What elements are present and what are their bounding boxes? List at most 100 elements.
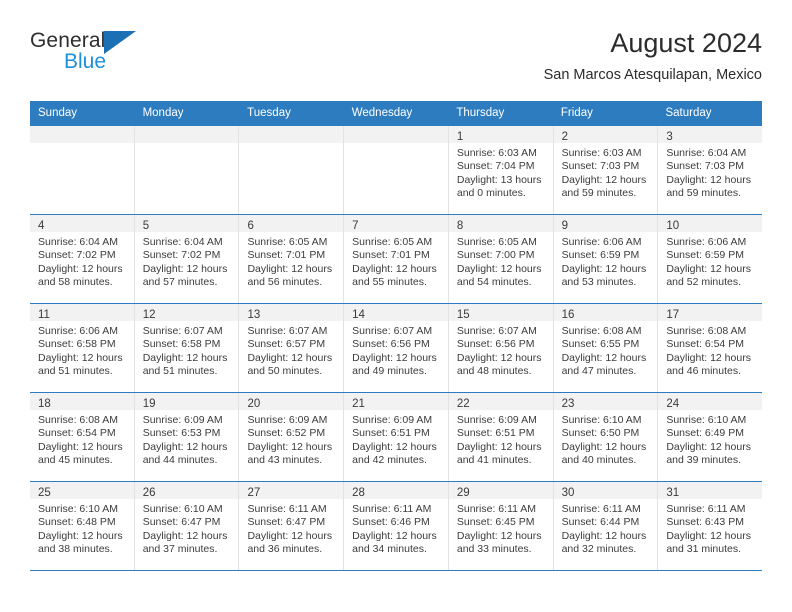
- calendar-day-cell[interactable]: 1 Sunrise: 6:03 AM Sunset: 7:04 PM Daylight…: [448, 126, 554, 215]
- calendar-day-cell[interactable]: 24 Sunrise: 6:10 AM Sunset: 6:49 PM Dayligh…: [658, 393, 763, 482]
- sunset-text: Sunset: 7:02 PM: [142, 249, 221, 262]
- calendar-day-cell[interactable]: 16 Sunrise: 6:08 AM Sunset: 6:55 PM Dayligh…: [553, 304, 659, 393]
- day-number-bar: 2: [553, 126, 658, 144]
- calendar-day-cell[interactable]: 11 Sunrise: 6:06 AM Sunset: 6:58 PM Dayligh…: [30, 304, 135, 393]
- sunrise-text: Sunrise: 6:11 AM: [456, 503, 537, 516]
- calendar-day-cell[interactable]: 28 Sunrise: 6:11 AM Sunset: 6:46 PM Dayligh…: [344, 482, 449, 571]
- day-number-bar: 17: [658, 304, 763, 322]
- day-details: Sunrise: 6:11 AM Sunset: 6:43 PM Daylight:…: [658, 499, 762, 563]
- calendar-day-cell[interactable]: 25 Sunrise: 6:10 AM Sunset: 6:48 PM Dayligh…: [30, 482, 135, 571]
- day-details: Sunrise: 6:07 AM Sunset: 6:56 PM Daylight:…: [344, 321, 448, 385]
- calendar-day-cell[interactable]: 4 Sunrise: 6:04 AM Sunset: 7:02 PM Daylight…: [30, 215, 135, 304]
- daylight-text-line2: and 59 minutes.: [561, 187, 637, 200]
- day-details: Sunrise: 6:03 AM Sunset: 7:03 PM Daylight:…: [554, 143, 658, 207]
- daylight-text-line2: and 37 minutes.: [142, 543, 218, 556]
- day-number-bar: 29: [448, 482, 553, 500]
- daylight-text-line1: Daylight: 12 hours: [456, 529, 542, 542]
- day-number: 13: [247, 309, 261, 322]
- calendar-day-cell[interactable]: 30 Sunrise: 6:11 AM Sunset: 6:44 PM Dayligh…: [553, 482, 659, 571]
- daylight-text-line1: Daylight: 12 hours: [38, 351, 123, 364]
- day-number: 17: [666, 309, 680, 322]
- day-number: 19: [142, 398, 156, 411]
- day-number-bar: 28: [344, 482, 448, 500]
- calendar-day-cell[interactable]: 27 Sunrise: 6:11 AM Sunset: 6:47 PM Dayligh…: [239, 482, 345, 571]
- daylight-text-line2: and 50 minutes.: [247, 365, 323, 378]
- daylight-text-line1: Daylight: 12 hours: [352, 262, 437, 275]
- day-number-bar: 13: [239, 304, 344, 322]
- daylight-text-line1: Daylight: 12 hours: [142, 440, 228, 453]
- brand-logo[interactable]: General Blue: [30, 26, 220, 72]
- daylight-text-line1: Daylight: 12 hours: [38, 262, 123, 275]
- sunset-text: Sunset: 6:49 PM: [666, 427, 744, 440]
- calendar-day-cell[interactable]: 10 Sunrise: 6:06 AM Sunset: 6:59 PM Dayligh…: [658, 215, 763, 304]
- daylight-text-line2: and 40 minutes.: [561, 454, 637, 467]
- day-number: 9: [561, 220, 568, 233]
- sunrise-text: Sunrise: 6:10 AM: [561, 414, 642, 427]
- calendar-day-cell[interactable]: 17 Sunrise: 6:08 AM Sunset: 6:54 PM Dayligh…: [658, 304, 763, 393]
- calendar-day-cell[interactable]: 23 Sunrise: 6:10 AM Sunset: 6:50 PM Dayligh…: [553, 393, 659, 482]
- daylight-text-line1: Daylight: 12 hours: [561, 173, 647, 186]
- daylight-text-line1: Daylight: 12 hours: [561, 529, 647, 542]
- calendar-day-cell[interactable]: 14 Sunrise: 6:07 AM Sunset: 6:56 PM Dayligh…: [344, 304, 449, 393]
- calendar-day-cell[interactable]: 29 Sunrise: 6:11 AM Sunset: 6:45 PM Dayligh…: [448, 482, 554, 571]
- calendar-day-cell[interactable]: 20 Sunrise: 6:09 AM Sunset: 6:52 PM Dayligh…: [239, 393, 345, 482]
- day-details: Sunrise: 6:08 AM Sunset: 6:54 PM Daylight:…: [658, 321, 762, 385]
- calendar-day-cell[interactable]: 18 Sunrise: 6:08 AM Sunset: 6:54 PM Dayligh…: [30, 393, 135, 482]
- sunrise-text: Sunrise: 6:09 AM: [142, 414, 223, 427]
- day-number-bar: 1: [448, 126, 553, 144]
- day-details: Sunrise: 6:11 AM Sunset: 6:47 PM Daylight:…: [239, 499, 343, 563]
- daylight-text-line2: and 53 minutes.: [561, 276, 637, 289]
- sunrise-text: Sunrise: 6:08 AM: [561, 325, 642, 338]
- calendar-day-cell[interactable]: 21 Sunrise: 6:09 AM Sunset: 6:51 PM Dayligh…: [344, 393, 449, 482]
- calendar-day-cell[interactable]: 13 Sunrise: 6:07 AM Sunset: 6:57 PM Dayligh…: [239, 304, 345, 393]
- sunrise-text: Sunrise: 6:07 AM: [456, 325, 537, 338]
- day-details: Sunrise: 6:07 AM Sunset: 6:58 PM Daylight:…: [135, 321, 239, 385]
- day-number-bar: 10: [658, 215, 763, 233]
- weekday-header-wednesday: Wednesday: [351, 107, 413, 120]
- sunset-text: Sunset: 6:53 PM: [142, 427, 221, 440]
- calendar-day-cell[interactable]: 31 Sunrise: 6:11 AM Sunset: 6:43 PM Dayligh…: [658, 482, 763, 571]
- calendar-day-cell[interactable]: 26 Sunrise: 6:10 AM Sunset: 6:47 PM Dayligh…: [134, 482, 240, 571]
- daylight-text-line1: Daylight: 12 hours: [561, 262, 647, 275]
- calendar-day-cell[interactable]: 22 Sunrise: 6:09 AM Sunset: 6:51 PM Dayligh…: [448, 393, 554, 482]
- day-number-bar: 15: [448, 304, 553, 322]
- sunrise-text: Sunrise: 6:06 AM: [38, 325, 118, 338]
- day-number: 29: [456, 487, 470, 500]
- day-number-bar: [344, 126, 448, 144]
- daylight-text-line2: and 32 minutes.: [561, 543, 637, 556]
- calendar-day-cell[interactable]: 6 Sunrise: 6:05 AM Sunset: 7:01 PM Daylight…: [239, 215, 345, 304]
- sunset-text: Sunset: 6:45 PM: [456, 516, 535, 529]
- daylight-text-line2: and 54 minutes.: [456, 276, 532, 289]
- location-subtitle: San Marcos Atesquilapan, Mexico: [543, 67, 762, 84]
- daylight-text-line1: Daylight: 12 hours: [561, 351, 647, 364]
- calendar-day-cell[interactable]: 8 Sunrise: 6:05 AM Sunset: 7:00 PM Daylight…: [448, 215, 554, 304]
- day-details: Sunrise: 6:09 AM Sunset: 6:52 PM Daylight:…: [239, 410, 343, 474]
- calendar-day-cell[interactable]: 15 Sunrise: 6:07 AM Sunset: 6:56 PM Dayligh…: [448, 304, 554, 393]
- calendar-day-cell[interactable]: 2 Sunrise: 6:03 AM Sunset: 7:03 PM Daylight…: [553, 126, 659, 215]
- daylight-text-line1: Daylight: 12 hours: [666, 440, 751, 453]
- daylight-text-line2: and 0 minutes.: [456, 187, 526, 200]
- day-number-bar: [30, 126, 134, 144]
- day-number-bar: [239, 126, 344, 144]
- calendar-day-cell[interactable]: 3 Sunrise: 6:04 AM Sunset: 7:03 PM Daylight…: [658, 126, 763, 215]
- day-number: 21: [352, 398, 365, 411]
- weekday-header-row: Sunday Monday Tuesday Wednesday Thursday Frid…: [30, 101, 762, 126]
- day-number-bar: 5: [134, 215, 239, 233]
- sunset-text: Sunset: 6:51 PM: [352, 427, 430, 440]
- day-number: 12: [142, 309, 156, 322]
- day-number-bar: 20: [239, 393, 344, 411]
- daylight-text-line1: Daylight: 12 hours: [456, 440, 542, 453]
- calendar-day-cell[interactable]: 19 Sunrise: 6:09 AM Sunset: 6:53 PM Dayligh…: [134, 393, 240, 482]
- sunrise-text: Sunrise: 6:03 AM: [561, 147, 642, 160]
- calendar-day-cell[interactable]: 9 Sunrise: 6:06 AM Sunset: 6:59 PM Daylight…: [553, 215, 659, 304]
- calendar-day-cell[interactable]: 5 Sunrise: 6:04 AM Sunset: 7:02 PM Daylight…: [134, 215, 240, 304]
- daylight-text-line1: Daylight: 12 hours: [247, 351, 333, 364]
- day-details: Sunrise: 6:10 AM Sunset: 6:47 PM Daylight:…: [135, 499, 239, 563]
- calendar-page: General Blue August 2024 San Marcos Ates…: [0, 0, 792, 612]
- sunrise-text: Sunrise: 6:04 AM: [38, 236, 118, 249]
- daylight-text-line1: Daylight: 12 hours: [38, 440, 123, 453]
- calendar-day-cell[interactable]: 7 Sunrise: 6:05 AM Sunset: 7:01 PM Daylight…: [344, 215, 449, 304]
- calendar-day-cell[interactable]: 12 Sunrise: 6:07 AM Sunset: 6:58 PM Dayligh…: [134, 304, 240, 393]
- day-number: 25: [38, 487, 51, 500]
- daylight-text-line2: and 39 minutes.: [666, 454, 742, 467]
